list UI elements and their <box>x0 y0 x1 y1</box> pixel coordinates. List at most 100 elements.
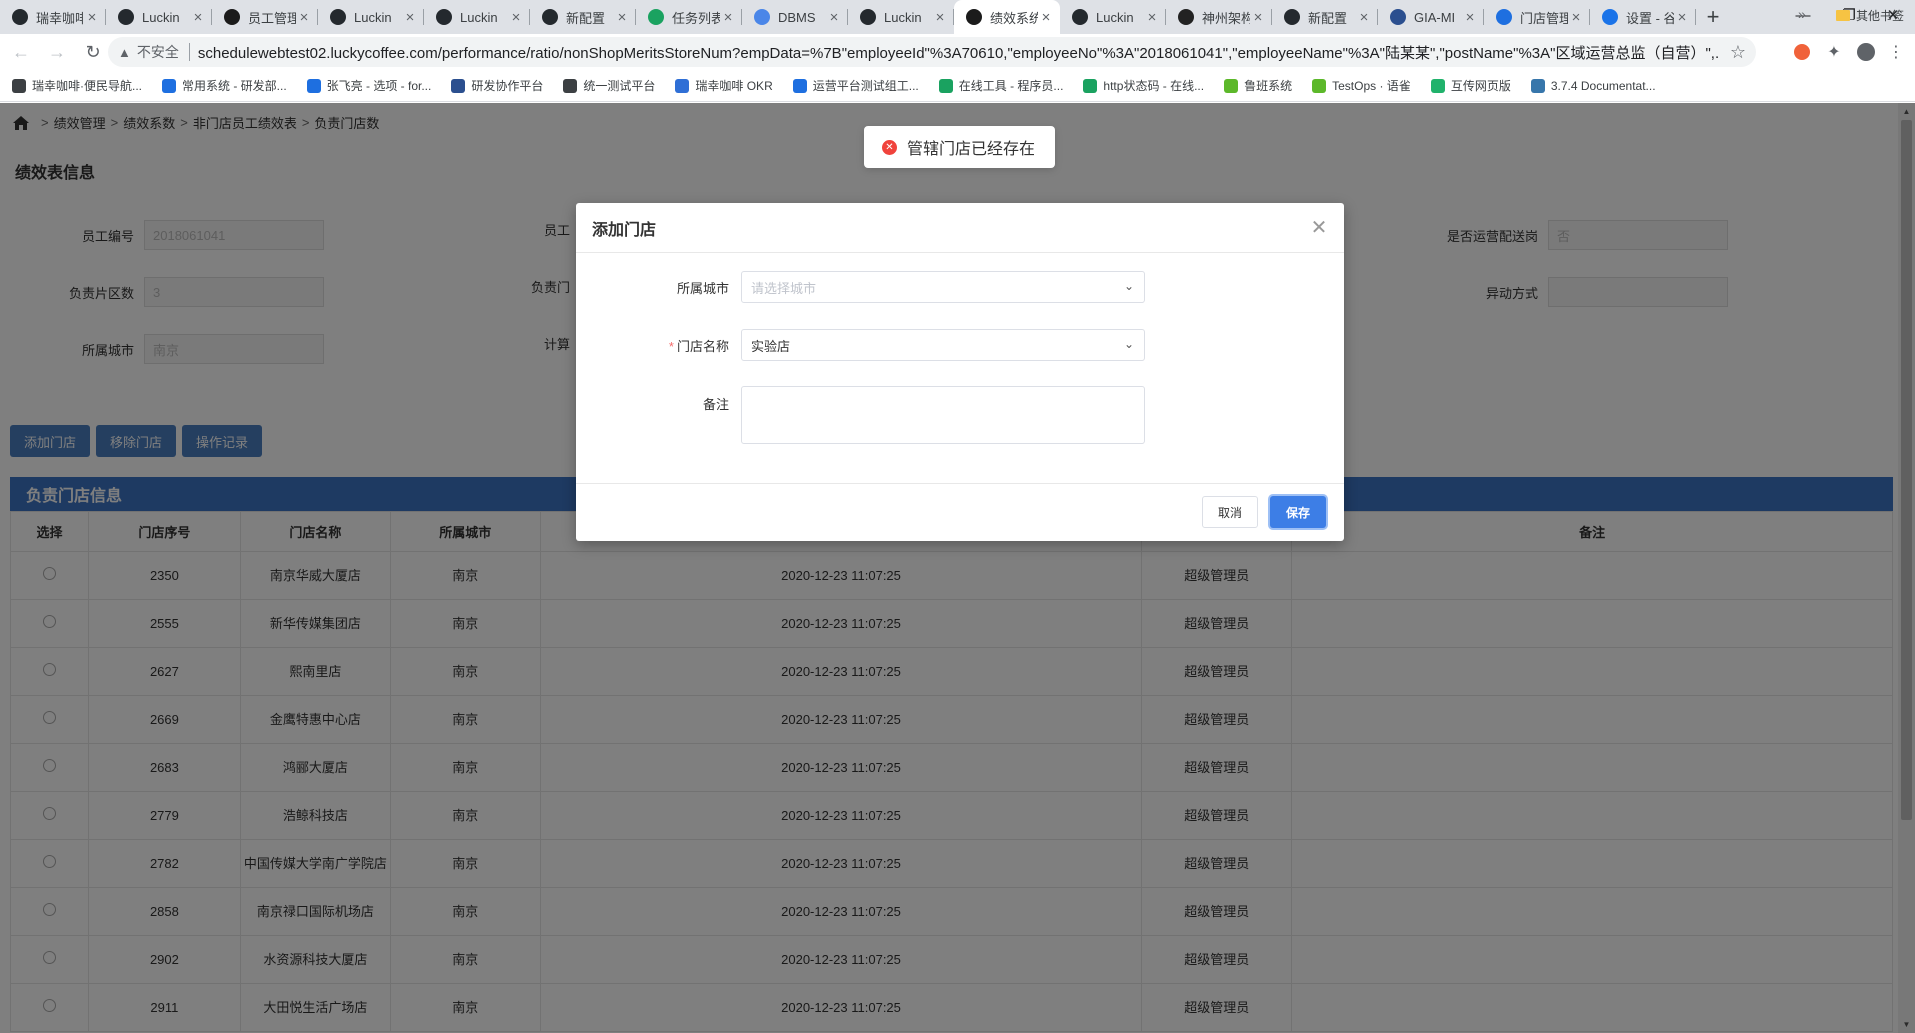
bookmark-item[interactable]: 张飞亮 - 选项 - for... <box>306 77 431 94</box>
city-select[interactable]: 请选择城市 ⌄ <box>741 271 1145 303</box>
bookmark-item[interactable]: 互传网页版 <box>1430 77 1511 94</box>
tab-close-icon[interactable]: × <box>1250 9 1266 26</box>
remark-label: 备注 <box>702 397 729 412</box>
tab-close-icon[interactable]: × <box>826 9 842 26</box>
url-text[interactable]: schedulewebtest02.luckycoffee.com/perfor… <box>198 42 1720 63</box>
browser-tab[interactable]: Luckin × <box>318 0 424 34</box>
tab-close-icon[interactable]: × <box>1356 9 1372 26</box>
confluence-icon <box>1496 9 1512 25</box>
browser-tab[interactable]: Luckin × <box>424 0 530 34</box>
bookmark-label: 运营平台测试组工... <box>812 79 919 93</box>
tab-close-icon[interactable]: × <box>190 9 206 26</box>
bookmark-item[interactable]: 常用系统 - 研发部... <box>162 77 287 94</box>
browser-tab[interactable]: 瑞幸咖啡 × <box>0 0 106 34</box>
bookmark-item[interactable]: 在线工具 - 程序员... <box>938 77 1063 94</box>
save-button[interactable]: 保存 <box>1270 496 1326 528</box>
tab-close-icon[interactable]: × <box>1674 9 1690 26</box>
bookmark-star-icon[interactable]: ☆ <box>1730 42 1746 63</box>
tab-close-icon[interactable]: × <box>402 9 418 26</box>
bookmark-item[interactable]: TestOps · 语雀 <box>1312 77 1411 94</box>
bookmark-item[interactable]: 统一测试平台 <box>563 77 655 94</box>
back-icon[interactable]: ← <box>6 37 36 67</box>
city-row: 所属城市 请选择城市 ⌄ <box>576 271 1145 303</box>
browser-tab[interactable]: 新配置 × <box>530 0 636 34</box>
bookmark-favicon-icon <box>1430 78 1445 93</box>
browser-tab[interactable]: DBMS × <box>742 0 848 34</box>
bookmark-favicon-icon <box>451 78 466 93</box>
tab-close-icon[interactable]: × <box>614 9 630 26</box>
tab-title: 瑞幸咖啡 <box>36 10 84 26</box>
clock-icon <box>648 9 664 25</box>
bookmark-item[interactable]: 瑞幸咖啡·便民导航... <box>12 77 142 94</box>
address-bar[interactable]: ▲ 不安全 schedulewebtest02.luckycoffee.com/… <box>108 37 1756 67</box>
browser-tab[interactable]: 绩效系统 × <box>954 0 1060 34</box>
browser-tab[interactable]: 员工管理 × <box>212 0 318 34</box>
store-select[interactable]: 实验店 ⌄ <box>741 329 1145 361</box>
tab-title: Luckin <box>1096 9 1134 25</box>
bookmark-item[interactable]: 研发协作平台 <box>451 77 543 94</box>
city-label: 所属城市 <box>676 280 729 296</box>
bookmark-favicon-icon <box>1530 78 1545 93</box>
remark-row: 备注 <box>576 386 1145 444</box>
bookmark-item[interactable]: 鲁班系统 <box>1224 77 1292 94</box>
bookmark-item[interactable]: 瑞幸咖啡 OKR <box>675 77 773 94</box>
browser-tab[interactable]: GIA-MI × <box>1378 0 1484 34</box>
browser-tab[interactable]: 新配置 × <box>1272 0 1378 34</box>
tab-close-icon[interactable]: × <box>508 9 524 26</box>
extension-icon[interactable] <box>1790 40 1814 64</box>
bookmark-label: 常用系统 - 研发部... <box>182 79 287 93</box>
doc-icon <box>754 9 770 25</box>
remark-textarea[interactable] <box>741 386 1145 444</box>
browser-tab[interactable]: 设置 - 谷 × <box>1590 0 1696 34</box>
required-mark: * <box>668 338 674 354</box>
browser-tab[interactable]: 门店管理 × <box>1484 0 1590 34</box>
bookmark-favicon-icon <box>675 78 690 93</box>
store-value: 实验店 <box>751 338 791 354</box>
city-placeholder: 请选择城市 <box>751 280 817 296</box>
bookmark-label: TestOps · 语雀 <box>1332 79 1411 93</box>
tab-title: Luckin <box>460 9 498 25</box>
bookmark-favicon-icon <box>306 78 321 93</box>
browser-tab[interactable]: Luckin × <box>848 0 954 34</box>
tab-close-icon[interactable]: × <box>720 9 736 26</box>
github-icon <box>12 9 28 25</box>
bookmark-label: 统一测试平台 <box>583 79 656 93</box>
bookmark-item[interactable]: 运营平台测试组工... <box>792 77 919 94</box>
tab-close-icon[interactable]: × <box>1462 9 1478 26</box>
tab-close-icon[interactable]: × <box>932 9 948 26</box>
tab-title: Luckin <box>884 9 922 25</box>
new-tab-button[interactable]: + <box>1696 0 1730 34</box>
github-icon <box>118 9 134 25</box>
other-bookmarks[interactable]: 其他书签 <box>1836 7 1904 24</box>
luckin-icon <box>966 9 982 25</box>
puzzle-icon[interactable]: ✦ <box>1822 40 1846 64</box>
tab-title: Luckin <box>354 9 392 25</box>
store-row: * 门店名称 实验店 ⌄ <box>576 329 1145 361</box>
bookmark-label: 瑞幸咖啡·便民导航... <box>32 79 142 93</box>
reload-icon[interactable]: ↻ <box>78 37 108 67</box>
forward-icon[interactable]: → <box>42 37 72 67</box>
tab-close-icon[interactable]: × <box>84 9 100 26</box>
bookmark-favicon-icon <box>12 78 26 93</box>
other-bookmarks-label: 其他书签 <box>1856 9 1905 23</box>
luckin-icon <box>224 9 240 25</box>
tab-close-icon[interactable]: × <box>1568 9 1584 26</box>
tab-close-icon[interactable]: × <box>1144 9 1160 26</box>
close-icon[interactable]: ✕ <box>1308 216 1330 239</box>
browser-tab[interactable]: 任务列表 × <box>636 0 742 34</box>
tab-close-icon[interactable]: × <box>1038 9 1054 26</box>
bookmarks-overflow-icon[interactable]: » <box>1798 6 1806 22</box>
menu-icon[interactable]: ⋮ <box>1884 40 1908 64</box>
tab-close-icon[interactable]: × <box>296 9 312 26</box>
bookmark-favicon-icon <box>563 78 578 93</box>
browser-tab[interactable]: 神州架构 × <box>1166 0 1272 34</box>
bookmark-label: 鲁班系统 <box>1244 79 1293 93</box>
github-icon <box>860 9 876 25</box>
gear-icon <box>1602 9 1618 25</box>
bookmark-item[interactable]: 3.7.4 Documentat... <box>1530 78 1656 93</box>
profile-icon[interactable] <box>1854 40 1878 64</box>
bookmark-item[interactable]: http状态码 - 在线... <box>1083 77 1204 94</box>
browser-tab[interactable]: Luckin × <box>106 0 212 34</box>
browser-tab[interactable]: Luckin × <box>1060 0 1166 34</box>
cancel-button[interactable]: 取消 <box>1202 496 1258 528</box>
